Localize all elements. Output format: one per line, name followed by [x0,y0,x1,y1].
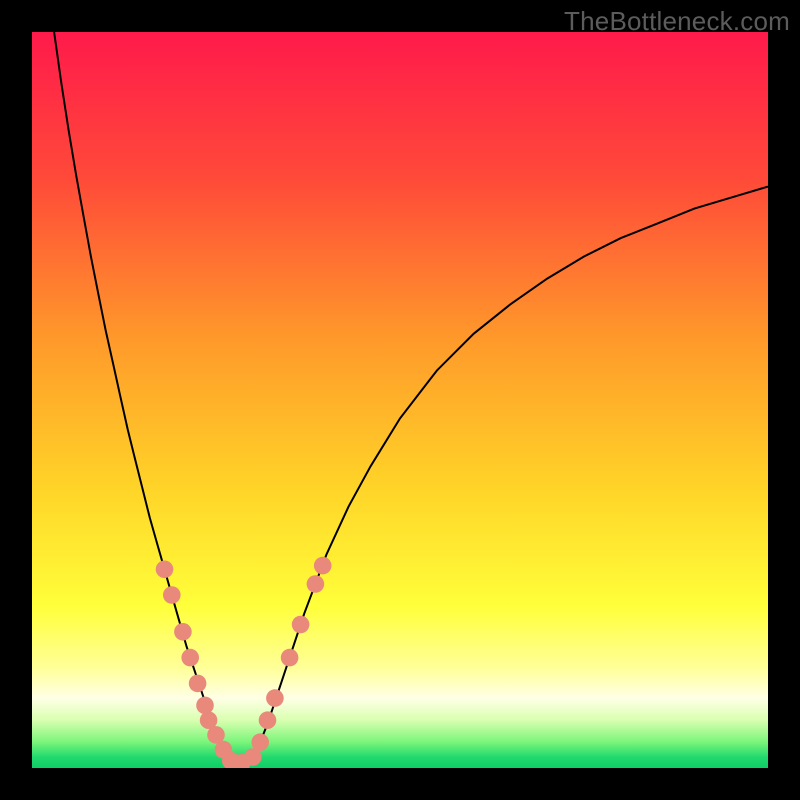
marker-dots [156,557,332,768]
window-frame: TheBottleneck.com [0,0,800,800]
bottleneck-curve [54,32,768,764]
marker-dot [163,586,181,604]
plot-area [32,32,768,768]
marker-dot [259,711,277,729]
marker-dot [266,689,284,707]
marker-dot [292,616,310,634]
marker-dot [156,561,174,579]
watermark-text: TheBottleneck.com [564,6,790,37]
marker-dot [251,733,269,751]
marker-dot [174,623,192,641]
marker-dot [196,697,214,715]
marker-dot [307,575,325,593]
chart-curve-layer [32,32,768,768]
marker-dot [181,649,199,667]
marker-dot [189,675,207,693]
marker-dot [281,649,299,667]
marker-dot [314,557,332,575]
